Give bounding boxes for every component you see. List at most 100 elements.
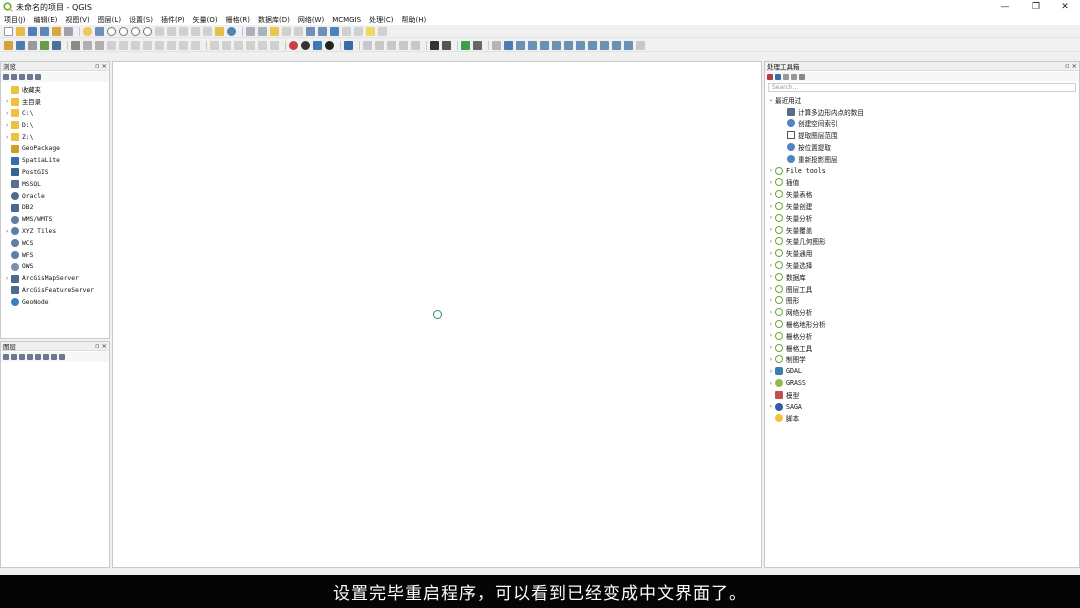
filter-icon[interactable]	[19, 74, 25, 80]
zoom-last-icon[interactable]	[191, 26, 200, 36]
open-project-icon[interactable]	[16, 26, 25, 36]
zoom-native-icon[interactable]	[179, 26, 188, 36]
browser-item[interactable]: › XYZ Tiles	[3, 226, 109, 238]
simplify-feature-icon[interactable]	[528, 40, 537, 50]
globe-plugin-icon[interactable]	[325, 40, 334, 50]
plugin-gray-icon[interactable]	[473, 40, 482, 50]
add-part-icon[interactable]	[552, 40, 561, 50]
minimize-button[interactable]: —	[990, 0, 1020, 14]
pin-labels-icon[interactable]	[222, 40, 231, 50]
expand-arrow-icon[interactable]: ›	[767, 403, 775, 410]
expand-arrow-icon[interactable]: ›	[767, 203, 775, 210]
browser-item[interactable]: 收藏夹	[3, 84, 109, 96]
toolbox-group[interactable]: 脚本	[767, 413, 1079, 425]
toolbox-search-input[interactable]: Search...	[768, 83, 1076, 92]
toolbox-group[interactable]: 模型	[767, 389, 1079, 401]
expand-arrow-icon[interactable]: ›	[767, 309, 775, 316]
browser-item[interactable]: SpatiaLite	[3, 155, 109, 167]
results-viewer-icon[interactable]	[791, 73, 797, 80]
menu-database[interactable]: 数据库(D)	[258, 15, 290, 25]
processing-toolbox-icon[interactable]	[330, 26, 339, 36]
redo-icon[interactable]	[191, 40, 200, 50]
plugin-green-icon[interactable]	[461, 40, 470, 50]
expand-arrow-icon[interactable]: ›	[767, 368, 775, 375]
move-label-icon[interactable]	[246, 40, 255, 50]
paste-features-icon[interactable]	[167, 40, 176, 50]
menu-view[interactable]: 视图(V)	[65, 15, 89, 25]
toolbox-group[interactable]: › 矢量创建	[767, 200, 1079, 212]
menu-plugins[interactable]: 插件(P)	[161, 15, 185, 25]
expand-arrow-icon[interactable]: ›	[767, 356, 775, 363]
map-tips-icon[interactable]	[366, 26, 375, 36]
toolbox-group[interactable]: › 图层工具	[767, 283, 1079, 295]
measure-icon[interactable]	[354, 26, 363, 36]
close-button[interactable]: ✕	[1050, 0, 1080, 14]
zoom-full-icon[interactable]	[143, 26, 152, 36]
expand-arrow-icon[interactable]: ›	[767, 191, 775, 198]
cut-features-icon[interactable]	[143, 40, 152, 50]
collapse-arrow-icon[interactable]: ⌄	[767, 96, 775, 103]
plugin-red-icon[interactable]	[289, 40, 298, 50]
browser-item[interactable]: MSSQL	[3, 178, 109, 190]
expand-arrow-icon[interactable]: ›	[767, 214, 775, 221]
geometry-checker-icon[interactable]	[430, 40, 439, 50]
recent-item[interactable]: 提取图层范围	[767, 129, 1079, 141]
options-icon[interactable]	[799, 73, 805, 80]
browser-item[interactable]: GeoNode	[3, 296, 109, 308]
vertex-tool-icon[interactable]	[119, 40, 128, 50]
select-features-icon[interactable]	[270, 26, 279, 36]
expand-arrow-icon[interactable]: ›	[767, 167, 775, 174]
panel-float-close-icon[interactable]: ▫ ×	[95, 62, 107, 70]
menu-settings[interactable]: 设置(S)	[129, 15, 153, 25]
show-hide-labels-icon[interactable]	[234, 40, 243, 50]
copy-features-icon[interactable]	[155, 40, 164, 50]
expand-arrow-icon[interactable]: ›	[3, 134, 11, 141]
recent-group[interactable]: ⌄ 最近用过	[767, 94, 1079, 106]
expand-arrow-icon[interactable]: ›	[767, 179, 775, 186]
menu-web[interactable]: 网络(W)	[298, 15, 324, 25]
toolbox-group[interactable]: › 矢量表格	[767, 188, 1079, 200]
layout-manager-icon[interactable]	[64, 26, 73, 36]
toolbox-group[interactable]: › GDAL	[767, 365, 1079, 377]
menu-vector[interactable]: 矢量(O)	[193, 15, 218, 25]
browser-item[interactable]: › C:\	[3, 108, 109, 120]
add-selected-layers-icon[interactable]	[3, 74, 9, 80]
add-group-icon[interactable]	[11, 354, 17, 360]
toolbox-group[interactable]: › 矢量通用	[767, 247, 1079, 259]
browser-item[interactable]: › D:\	[3, 119, 109, 131]
toolbox-group[interactable]: › 矢量覆盖	[767, 224, 1079, 236]
expand-arrow-icon[interactable]: ›	[3, 122, 11, 129]
panel-float-close-icon[interactable]: ▫ ×	[1065, 62, 1077, 70]
toolbox-group[interactable]: › 插值	[767, 177, 1079, 189]
zoom-out-icon[interactable]	[119, 26, 128, 36]
statistics-icon[interactable]	[342, 26, 351, 36]
expand-arrow-icon[interactable]: ›	[3, 275, 11, 282]
plugin-blue-icon[interactable]	[344, 40, 353, 50]
undo-icon[interactable]	[179, 40, 188, 50]
save-edits-icon[interactable]	[95, 40, 104, 50]
toolbox-group[interactable]: › 矢量分析	[767, 212, 1079, 224]
offset-curve-icon[interactable]	[600, 40, 609, 50]
current-edits-icon[interactable]	[71, 40, 80, 50]
digitize-icon[interactable]	[107, 40, 116, 50]
text-annotation-icon[interactable]	[378, 26, 387, 36]
save-as-icon[interactable]	[40, 26, 49, 36]
split-features-icon[interactable]	[612, 40, 621, 50]
menu-help[interactable]: 帮助(H)	[401, 15, 426, 25]
refresh-icon[interactable]	[11, 74, 17, 80]
browser-item[interactable]: WMS/WMTS	[3, 214, 109, 226]
expand-arrow-icon[interactable]: ›	[767, 332, 775, 339]
save-project-icon[interactable]	[28, 26, 37, 36]
browser-item[interactable]: Oracle	[3, 190, 109, 202]
toolbox-group[interactable]: › 栅格地形分析	[767, 318, 1079, 330]
toolbox-group[interactable]: › 栅格分析	[767, 330, 1079, 342]
rectangle-tool-icon[interactable]	[399, 40, 408, 50]
shape-digitize-icon[interactable]	[363, 40, 372, 50]
panel-float-close-icon[interactable]: ▫ ×	[95, 342, 107, 350]
add-mesh-layer-icon[interactable]	[52, 40, 61, 50]
collapse-all-icon[interactable]	[51, 354, 57, 360]
ellipse-tool-icon[interactable]	[387, 40, 396, 50]
plugin-dark-icon[interactable]	[301, 40, 310, 50]
toolbox-group[interactable]: › 数据库	[767, 271, 1079, 283]
attribute-table-icon[interactable]	[306, 26, 315, 36]
